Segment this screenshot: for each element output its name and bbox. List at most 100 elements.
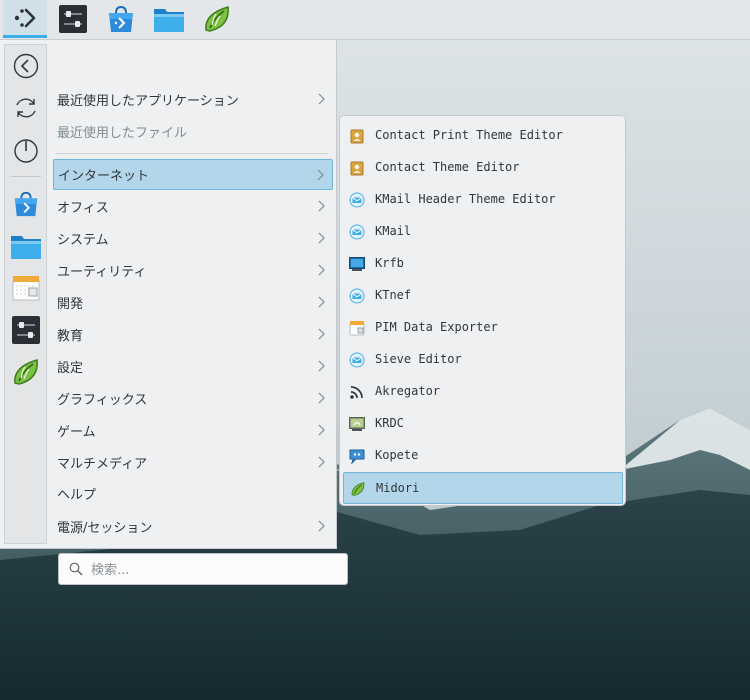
chevron-right-icon: [318, 296, 325, 308]
app-item-kmail-header-theme-editor[interactable]: KMail Header Theme Editor: [343, 184, 623, 216]
category-item[interactable]: 電源/セッション: [53, 511, 333, 542]
category-label: 設定: [57, 361, 84, 376]
kmail-icon: [349, 192, 365, 208]
app-item-ktnef[interactable]: KTnef: [343, 280, 623, 312]
favorite-kontact[interactable]: [5, 271, 47, 305]
chevron-right-icon: [318, 392, 325, 404]
app-label: Kopete: [375, 448, 419, 462]
application-launcher-icon: [14, 8, 36, 27]
app-label: Midori: [376, 481, 420, 495]
category-item[interactable]: 最近使用したファイル: [53, 116, 333, 147]
chevron-right-icon: [318, 360, 325, 372]
category-item[interactable]: インターネット: [53, 159, 333, 190]
app-label: Akregator: [375, 384, 441, 398]
taskbar-dolphin[interactable]: [147, 0, 191, 38]
app-label: Krfb: [375, 256, 404, 270]
favorite-midori[interactable]: [5, 355, 47, 389]
top-panel: [0, 0, 750, 40]
app-item-pim-data-exporter[interactable]: PIM Data Exporter: [343, 312, 623, 344]
category-item[interactable]: ヘルプ: [53, 478, 333, 509]
category-label: ユーティリティ: [57, 265, 147, 280]
power-icon: [14, 139, 38, 163]
taskbar-midori[interactable]: [195, 0, 239, 38]
pim-exporter-icon: [349, 320, 365, 336]
midori-leaf-icon: [14, 359, 38, 385]
chevron-right-icon: [318, 93, 325, 105]
category-label: 教育: [57, 329, 84, 344]
category-item[interactable]: 教育: [53, 319, 333, 350]
kopete-chat-icon: [349, 448, 365, 465]
discover-store-icon: [109, 5, 133, 32]
category-label: インターネット: [58, 169, 150, 184]
search-icon: [69, 562, 83, 576]
restart-button[interactable]: [5, 91, 47, 125]
contact-theme-icon: [349, 128, 365, 144]
app-label: Sieve Editor: [375, 352, 462, 366]
category-label: マルチメディア: [57, 457, 148, 472]
search-field[interactable]: [58, 553, 348, 585]
chevron-right-icon: [318, 328, 325, 340]
chevron-right-icon: [318, 264, 325, 276]
app-label: KMail: [375, 224, 412, 238]
favorites-separator: [11, 176, 41, 177]
kmail-icon: [349, 224, 365, 240]
chevron-right-icon: [318, 200, 325, 212]
dolphin-folder-icon: [154, 9, 184, 32]
category-label: ヘルプ: [57, 488, 97, 503]
krdc-remote-desktop-icon: [349, 416, 365, 432]
app-item-sieve-editor[interactable]: Sieve Editor: [343, 344, 623, 376]
favorites-sidebar: [4, 44, 47, 544]
internet-submenu: Contact Print Theme Editor Contact Theme …: [339, 115, 626, 506]
search-input[interactable]: [89, 560, 333, 580]
app-item-krdc[interactable]: KRDC: [343, 408, 623, 440]
contact-theme-icon: [349, 160, 365, 176]
application-menu: 最近使用したアプリケーション 最近使用したファイル インターネットオフィスシステムユ…: [0, 40, 348, 585]
category-item[interactable]: 最近使用したアプリケーション: [53, 84, 333, 115]
chevron-right-icon: [317, 169, 324, 181]
kmail-icon: [349, 288, 365, 304]
shutdown-button[interactable]: [5, 133, 47, 167]
category-item[interactable]: グラフィックス: [53, 383, 333, 414]
category-item[interactable]: ゲーム: [53, 415, 333, 446]
app-label: PIM Data Exporter: [375, 320, 498, 334]
category-item[interactable]: 開発: [53, 287, 333, 318]
app-item-krfb[interactable]: Krfb: [343, 248, 623, 280]
chevron-right-icon: [318, 232, 325, 244]
app-label: KTnef: [375, 288, 412, 302]
chevron-right-icon: [318, 520, 325, 532]
category-label: 最近使用したアプリケーション: [57, 94, 239, 109]
category-label: 電源/セッション: [57, 521, 153, 536]
category-label: システム: [57, 233, 109, 248]
app-label: KMail Header Theme Editor: [375, 192, 556, 206]
app-item-kmail[interactable]: KMail: [343, 216, 623, 248]
category-item[interactable]: オフィス: [53, 191, 333, 222]
category-item[interactable]: ユーティリティ: [53, 255, 333, 286]
category-label: 最近使用したファイル: [57, 126, 188, 141]
app-item-midori[interactable]: Midori: [343, 472, 623, 504]
system-settings-icon: [59, 5, 87, 33]
kmail-icon: [349, 352, 365, 368]
favorite-discover[interactable]: [5, 187, 47, 221]
app-item-kopete[interactable]: Kopete: [343, 440, 623, 472]
category-item[interactable]: システム: [53, 223, 333, 254]
taskbar-system-settings[interactable]: [51, 0, 95, 38]
category-label: グラフィックス: [57, 393, 148, 408]
app-item-contact-theme-editor[interactable]: Contact Theme Editor: [343, 152, 623, 184]
discover-store-icon: [14, 191, 38, 217]
category-item[interactable]: 設定: [53, 351, 333, 382]
chevron-right-icon: [318, 424, 325, 436]
favorite-dolphin[interactable]: [5, 229, 47, 263]
category-label: 開発: [57, 297, 84, 312]
midori-leaf-icon: [350, 481, 366, 497]
application-launcher-button[interactable]: [3, 0, 47, 38]
category-item[interactable]: マルチメディア: [53, 447, 333, 478]
category-separator: [56, 153, 328, 154]
app-item-akregator[interactable]: Akregator: [343, 376, 623, 408]
taskbar-discover[interactable]: [99, 0, 143, 38]
dolphin-folder-icon: [11, 236, 41, 259]
app-item-contact-print-theme-editor[interactable]: Contact Print Theme Editor: [343, 120, 623, 152]
app-label: Contact Print Theme Editor: [375, 128, 563, 142]
favorite-system-settings[interactable]: [5, 313, 47, 347]
back-button[interactable]: [5, 49, 47, 83]
chevron-right-icon: [318, 456, 325, 468]
